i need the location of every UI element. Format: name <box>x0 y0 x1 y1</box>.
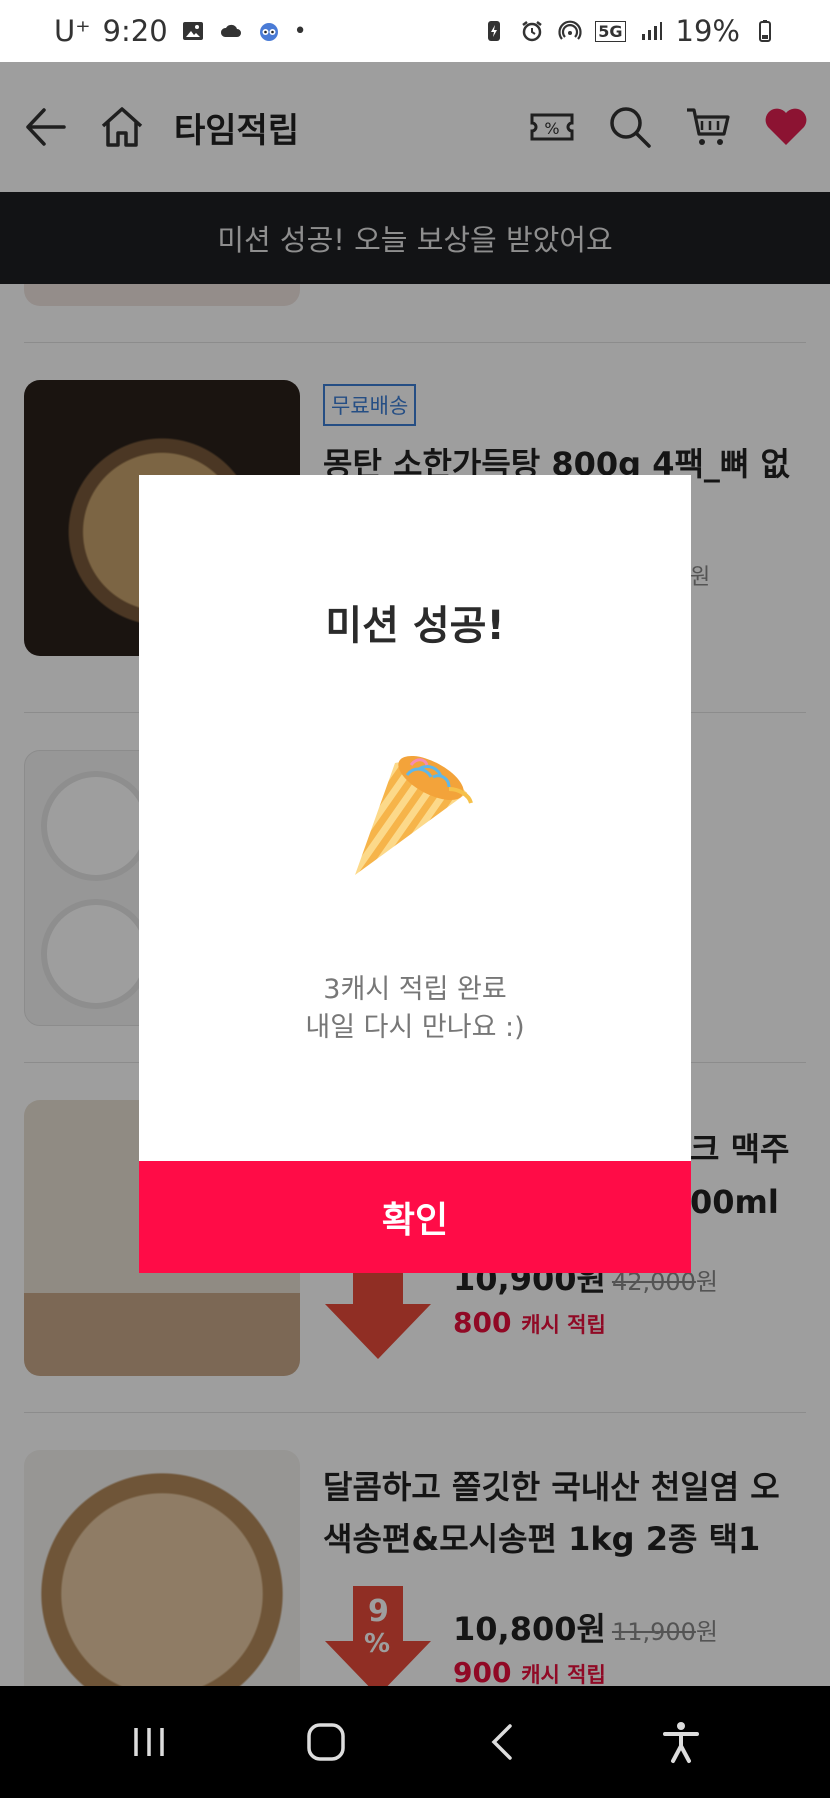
status-right: 5G 19% <box>481 14 778 48</box>
accessibility-icon[interactable] <box>659 1720 703 1764</box>
carrier-label: U⁺ <box>54 14 91 48</box>
system-nav-bar <box>0 1686 830 1798</box>
party-popper-icon <box>355 755 473 875</box>
dialog-title: 미션 성공! <box>325 603 505 649</box>
battery-percent: 19% <box>675 14 740 48</box>
signal-icon <box>641 22 662 40</box>
recent-apps-icon[interactable] <box>127 1720 171 1764</box>
home-nav-icon[interactable] <box>304 1720 348 1764</box>
alarm-icon <box>522 21 543 42</box>
battery-app-icon <box>488 21 501 41</box>
confirm-button[interactable]: 확인 <box>139 1161 691 1273</box>
mission-success-dialog: 미션 성공! 3캐시 적립 완료 내일 다시 만나요 :) 확인 <box>139 475 691 1273</box>
clock: 9:20 <box>102 14 168 48</box>
battery-icon <box>759 20 771 42</box>
status-bar: U⁺ 9:20 • 5G 19% <box>0 0 830 62</box>
cloud-icon <box>220 24 241 37</box>
back-nav-icon[interactable] <box>482 1720 526 1764</box>
gallery-icon <box>182 22 203 40</box>
dialog-message-line2: 내일 다시 만나요 :) <box>305 1012 525 1043</box>
app-character-icon <box>259 23 278 41</box>
status-left: U⁺ 9:20 • <box>54 14 307 48</box>
dialog-message-line1: 3캐시 적립 완료 <box>323 974 507 1005</box>
hotspot-icon <box>558 20 582 40</box>
network-type: 5G <box>595 20 626 42</box>
dot-icon: • <box>293 18 307 44</box>
